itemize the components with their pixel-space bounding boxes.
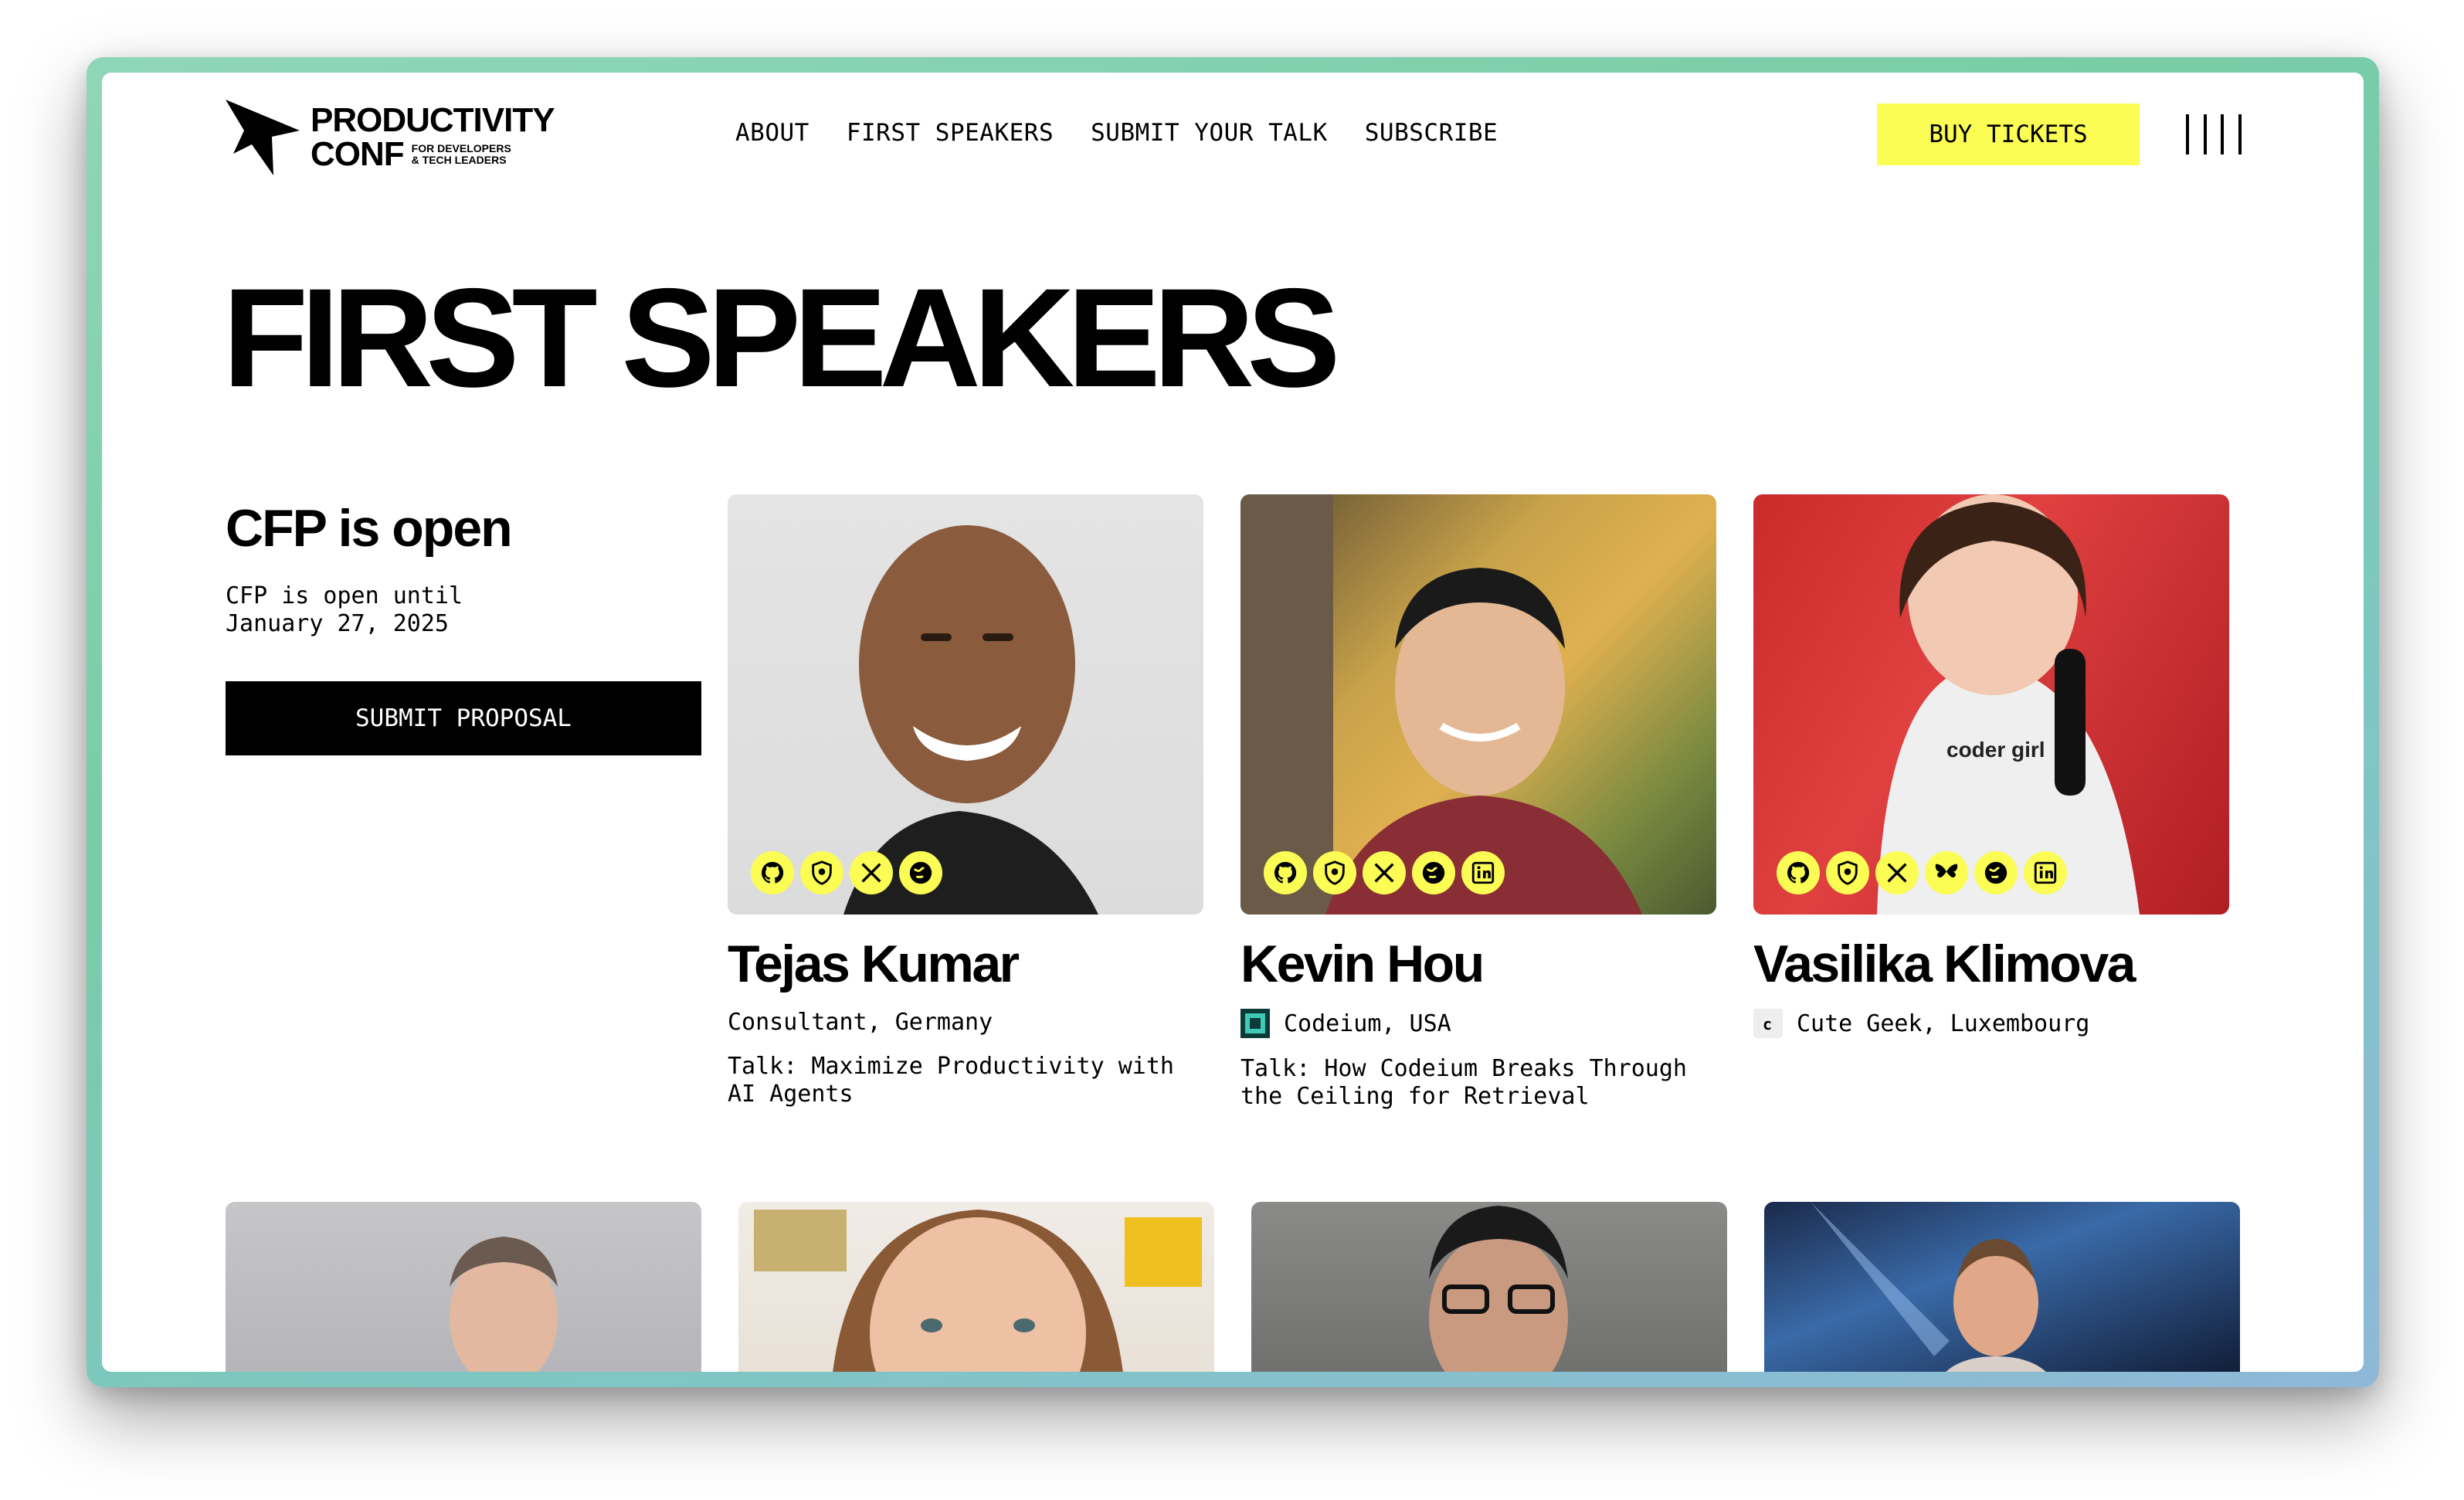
- speaker-affiliation: c Cute Geek, Luxembourg: [1753, 1009, 2229, 1038]
- logo-tagline1: FOR DEVELOPERS: [411, 142, 511, 155]
- website-link[interactable]: [899, 851, 942, 894]
- shield-link[interactable]: [1826, 851, 1869, 894]
- cfp-deadline: CFP is open until January 27, 2025: [226, 582, 550, 638]
- nav-subscribe[interactable]: SUBSCRIBE: [1365, 119, 1498, 147]
- globe-icon: [1984, 861, 2008, 884]
- speaker-name[interactable]: Kevin Hou: [1240, 938, 1716, 990]
- logo-line2: CONF: [311, 135, 405, 173]
- logo-mark-icon: [226, 100, 300, 175]
- social-links: [1264, 851, 1505, 894]
- affiliation-text: Cute Geek, Luxembourg: [1797, 1010, 2090, 1037]
- speaker-affiliation: Consultant, Germany: [728, 1009, 1203, 1036]
- svg-text:c: c: [1763, 1015, 1772, 1033]
- speaker-photo[interactable]: [1251, 1202, 1727, 1372]
- site-logo[interactable]: PRODUCTIVITY CONF FOR DEVELOPERS & TECH …: [226, 99, 581, 176]
- codeium-logo-icon: [1240, 1009, 1270, 1038]
- svg-text:coder girl: coder girl: [1946, 738, 2045, 762]
- shield-icon: [812, 860, 832, 885]
- globe-icon: [909, 861, 932, 884]
- speaker-card: Tejas Kumar Consultant, Germany Talk: Ma…: [728, 494, 1203, 1108]
- cfp-line1: CFP is open until: [226, 582, 463, 609]
- shield-icon: [1325, 860, 1345, 885]
- speaker-portrait: [754, 1210, 1202, 1372]
- speaker-photo[interactable]: coder girl: [1753, 494, 2229, 915]
- linkedin-icon: [1471, 861, 1495, 884]
- nav-about[interactable]: ABOUT: [735, 119, 809, 147]
- speaker-photo[interactable]: [1764, 1202, 2240, 1372]
- github-icon: [1787, 861, 1810, 884]
- page: PRODUCTIVITY CONF FOR DEVELOPERS & TECH …: [102, 73, 2364, 1372]
- x-link[interactable]: [1363, 851, 1406, 894]
- website-link[interactable]: [1412, 851, 1455, 894]
- linkedin-link[interactable]: [1461, 851, 1505, 894]
- logo-line1: PRODUCTIVITY: [311, 101, 555, 139]
- github-icon: [762, 861, 784, 884]
- affiliation-text: Consultant, Germany: [728, 1009, 993, 1036]
- speaker-card: coder girl Vasilika Klimova c Cute Geek,…: [1753, 494, 2229, 1038]
- bluesky-link[interactable]: [1925, 851, 1968, 894]
- menu-icon[interactable]: [2186, 114, 2242, 154]
- browser-frame: PRODUCTIVITY CONF FOR DEVELOPERS & TECH …: [87, 57, 2379, 1387]
- cfp-line2: January 27, 2025: [226, 610, 449, 637]
- shield-link[interactable]: [1313, 851, 1356, 894]
- speaker-photo[interactable]: [1240, 494, 1716, 915]
- talk-title: Talk: How Codeium Breaks Through the Cei…: [1240, 1055, 1687, 1110]
- page-title: FIRST SPEAKERS: [222, 259, 1341, 416]
- shield-icon: [1838, 860, 1858, 885]
- github-icon: [1274, 861, 1297, 884]
- speaker-portrait: [1811, 1202, 2046, 1372]
- affiliation-text: Codeium, USA: [1284, 1010, 1451, 1037]
- speaker-name[interactable]: Tejas Kumar: [728, 938, 1203, 990]
- globe-icon: [1422, 861, 1445, 884]
- github-link[interactable]: [751, 851, 794, 894]
- x-icon: [861, 863, 881, 883]
- nav-first-speakers[interactable]: FIRST SPEAKERS: [847, 119, 1054, 147]
- x-icon: [1887, 863, 1907, 883]
- talk-title: Talk: Maximize Productivity with AI Agen…: [728, 1053, 1174, 1108]
- linkedin-icon: [2034, 861, 2057, 884]
- speaker-photo[interactable]: [738, 1202, 1214, 1372]
- logo-tagline2: & TECH LEADERS: [411, 154, 507, 166]
- speaker-portrait: [450, 1237, 558, 1372]
- linkedin-link[interactable]: [2024, 851, 2067, 894]
- x-link[interactable]: [1875, 851, 1919, 894]
- speaker-affiliation: Codeium, USA: [1240, 1009, 1716, 1038]
- social-links: [1777, 851, 2067, 894]
- speaker-photo[interactable]: [226, 1202, 701, 1372]
- shield-link[interactable]: [800, 851, 843, 894]
- social-links: [751, 851, 942, 894]
- buy-tickets-button[interactable]: BUY TICKETS: [1877, 104, 2140, 165]
- x-icon: [1374, 863, 1394, 883]
- speaker-card: Kevin Hou Codeium, USA Talk: How Codeium…: [1240, 494, 1716, 1111]
- submit-proposal-button[interactable]: SUBMIT PROPOSAL: [226, 681, 701, 755]
- speaker-name[interactable]: Vasilika Klimova: [1753, 938, 2229, 990]
- butterfly-icon: [1935, 864, 1958, 878]
- website-link[interactable]: [1974, 851, 2018, 894]
- speaker-photo[interactable]: [728, 494, 1203, 915]
- github-link[interactable]: [1264, 851, 1307, 894]
- main-nav: ABOUT FIRST SPEAKERS SUBMIT YOUR TALK SU…: [735, 119, 1498, 147]
- github-link[interactable]: [1777, 851, 1820, 894]
- nav-submit-your-talk[interactable]: SUBMIT YOUR TALK: [1091, 119, 1328, 147]
- cute-geek-logo-icon: c: [1753, 1009, 1783, 1038]
- cfp-title: CFP is open: [226, 499, 513, 558]
- x-link[interactable]: [850, 851, 893, 894]
- speaker-portrait: [1429, 1206, 1568, 1372]
